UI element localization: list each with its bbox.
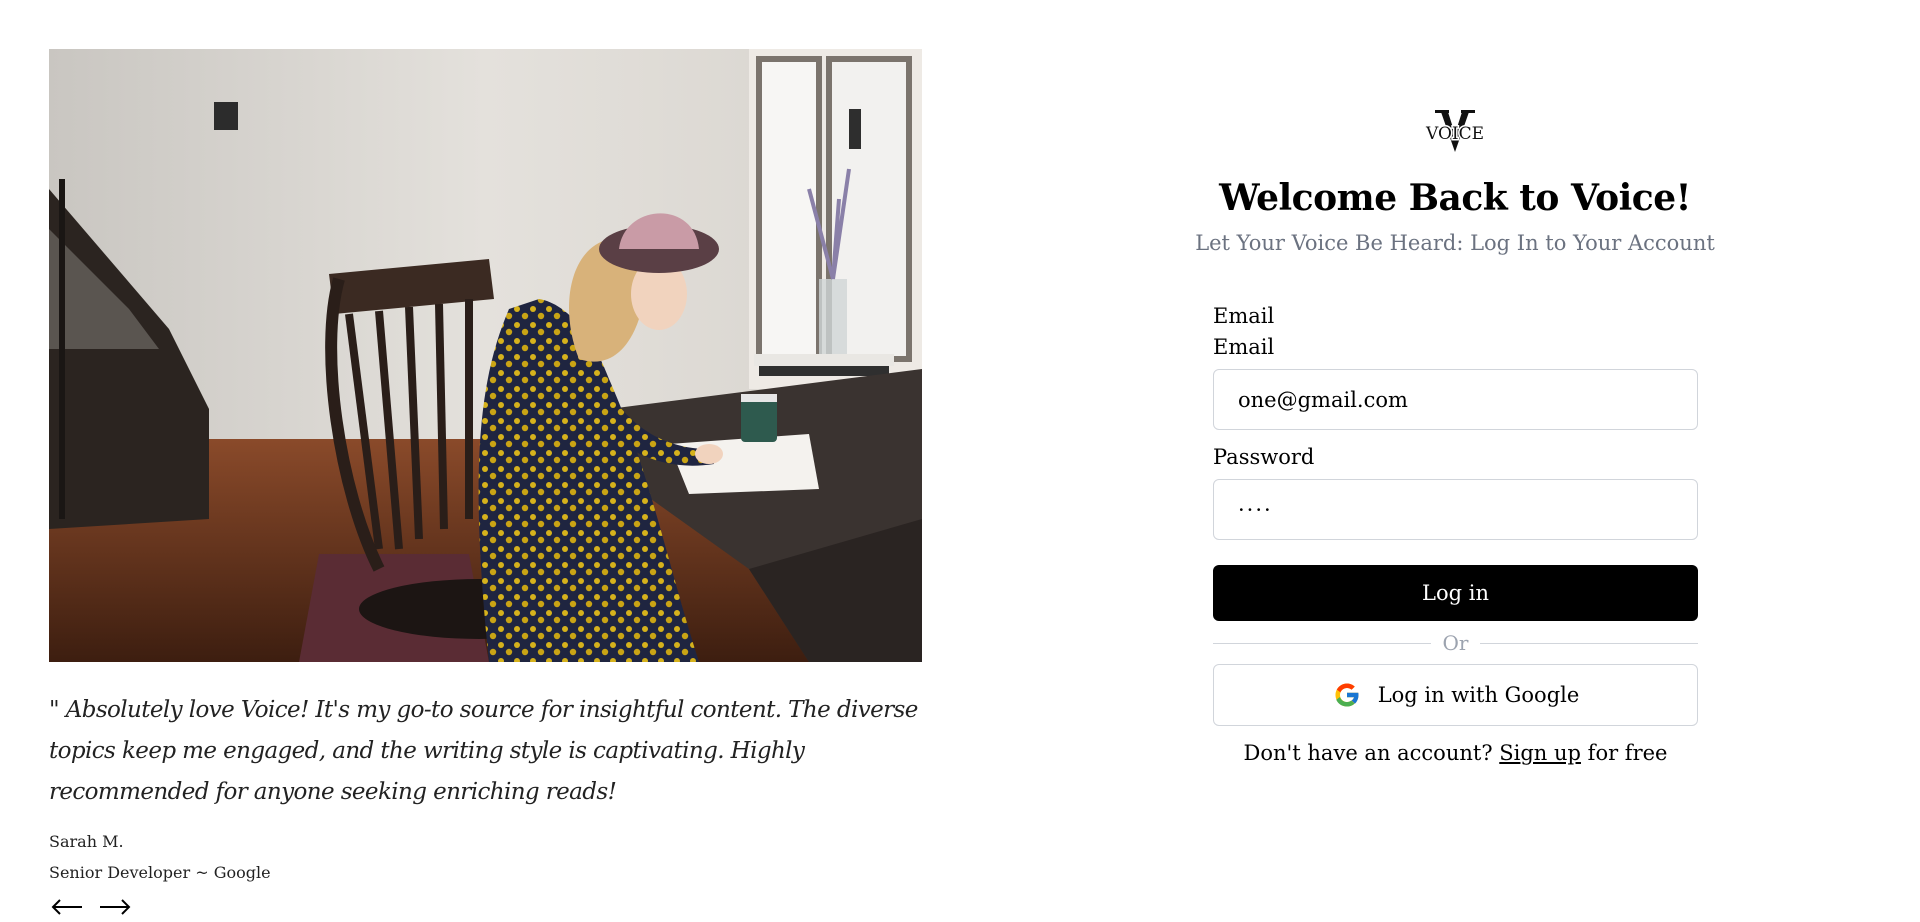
prev-testimonial-button[interactable]: [49, 892, 85, 922]
password-label: Password: [1213, 445, 1315, 469]
arrow-left-icon: [51, 899, 82, 915]
login-button[interactable]: Log in: [1213, 565, 1698, 621]
or-divider: Or: [1213, 631, 1698, 655]
arrow-right-icon: [100, 899, 131, 915]
logo-text: VOICE: [1425, 124, 1484, 144]
login-header: VOICE Welcome Back to Voice! Let Your Vo…: [1195, 110, 1715, 258]
testimonial-author: Sarah M.: [49, 832, 124, 851]
page-title: Welcome Back to Voice!: [1219, 177, 1691, 219]
signup-link[interactable]: Sign up: [1499, 741, 1581, 765]
voice-logo: VOICE: [1415, 110, 1495, 156]
password-field[interactable]: ····: [1213, 479, 1698, 540]
login-page: " Absolutely love Voice! It's my go-to s…: [0, 0, 1920, 922]
email-field[interactable]: one@gmail.com: [1213, 369, 1698, 430]
testimonial-panel: " Absolutely love Voice! It's my go-to s…: [49, 49, 922, 922]
testimonial-quote: " Absolutely love Voice! It's my go-to s…: [49, 697, 918, 805]
page-subtitle: Let Your Voice Be Heard: Log In to Your …: [1195, 231, 1715, 255]
testimonial-nav: [49, 892, 922, 922]
signup-suffix: for free: [1587, 741, 1668, 765]
divider-label: Or: [1442, 631, 1469, 655]
email-label: Email: [1213, 335, 1275, 359]
google-icon: [1335, 683, 1359, 707]
email-heading: Email: [1213, 304, 1275, 328]
hero-photo: [49, 49, 922, 662]
next-testimonial-button[interactable]: [97, 892, 133, 922]
divider-line-left: [1213, 642, 1431, 644]
divider-line-right: [1480, 642, 1698, 644]
google-login-label: Log in with Google: [1377, 683, 1580, 707]
signup-prompt: Don't have an account? Sign up for free: [1213, 738, 1698, 768]
testimonial-role: Senior Developer ~ Google: [49, 863, 271, 882]
signup-prefix: Don't have an account?: [1243, 741, 1493, 765]
login-form: Email Email one@gmail.com Password ···· …: [1213, 301, 1698, 768]
google-login-button[interactable]: Log in with Google: [1213, 664, 1698, 726]
